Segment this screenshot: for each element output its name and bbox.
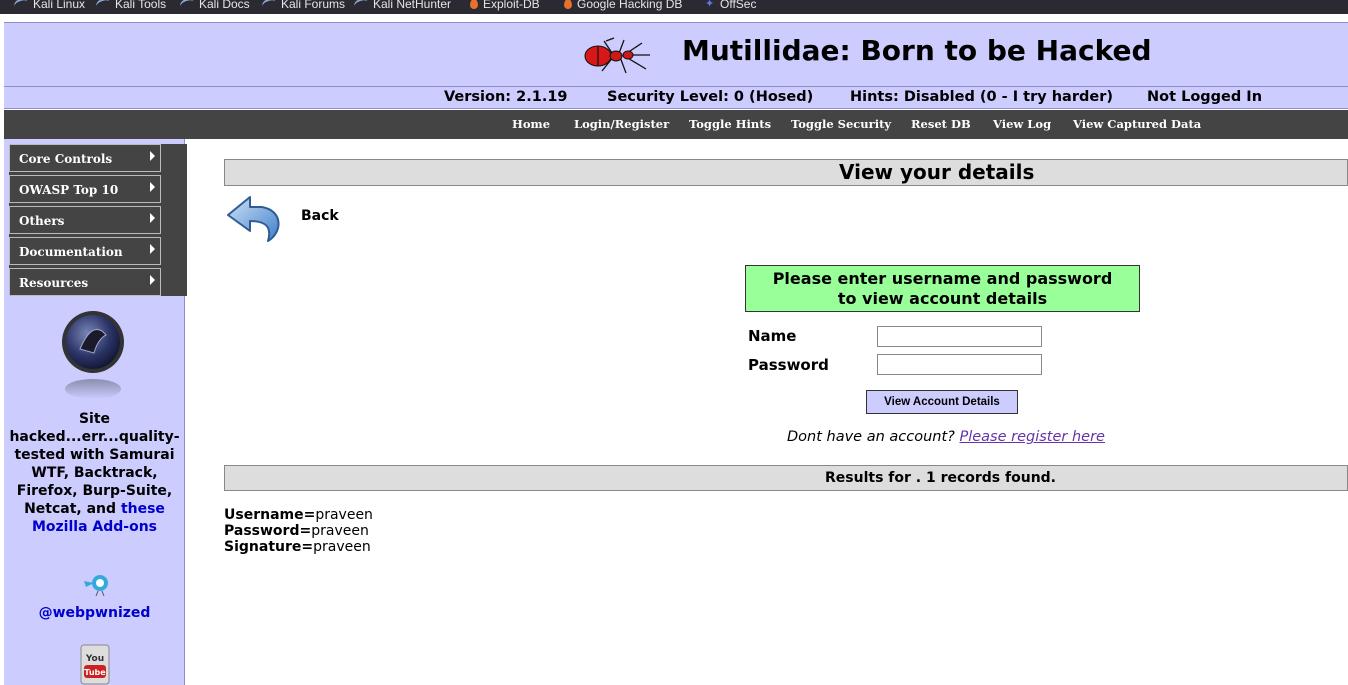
top-nav: Home Login/Register Toggle Hints Toggle … bbox=[4, 110, 1348, 139]
nav-toggle-hints[interactable]: Toggle Hints bbox=[689, 117, 771, 131]
kali-dragon-icon bbox=[260, 0, 278, 12]
signature-key: Signature= bbox=[224, 539, 314, 555]
sidebar-item-label: Documentation bbox=[19, 245, 123, 259]
exploit-db-flame-icon bbox=[564, 0, 572, 9]
chevron-right-icon bbox=[150, 182, 155, 192]
login-status-text: Not Logged In bbox=[1147, 89, 1263, 105]
nav-login-register[interactable]: Login/Register bbox=[574, 117, 669, 131]
exploit-db-flame-icon bbox=[470, 0, 478, 9]
chevron-right-icon bbox=[150, 213, 155, 223]
signature-value: praveen bbox=[313, 539, 371, 555]
kali-dragon-icon bbox=[12, 0, 30, 12]
youtube-icon[interactable]: You Tube bbox=[80, 644, 110, 685]
sidebar-item-label: Others bbox=[19, 214, 65, 228]
sidebar-item-label: OWASP Top 10 bbox=[19, 183, 119, 197]
sidebar-item-documentation[interactable]: Documentation bbox=[9, 237, 161, 265]
record-password: Password=praveen bbox=[224, 523, 369, 539]
username-key: Username= bbox=[224, 507, 316, 523]
offsec-icon: ✦ bbox=[705, 0, 715, 10]
sidebar-item-others[interactable]: Others bbox=[9, 206, 161, 234]
sidebar: Core Controls OWASP Top 10 Others Docume… bbox=[4, 139, 187, 685]
svg-text:You: You bbox=[85, 654, 104, 664]
back-arrow-icon[interactable] bbox=[226, 193, 286, 247]
bookmark-label: OffSec bbox=[720, 0, 757, 11]
password-field[interactable] bbox=[877, 354, 1042, 375]
results-bar: Results for . 1 records found. bbox=[224, 465, 1348, 491]
page-title: View your details bbox=[839, 160, 1035, 184]
bookmarks-toolbar: Kali Linux Kali Tools Kali Docs Kali For… bbox=[0, 0, 1348, 14]
sidebar-item-label: Resources bbox=[19, 276, 89, 290]
nav-toggle-security[interactable]: Toggle Security bbox=[791, 117, 891, 131]
register-link[interactable]: Please register here bbox=[959, 429, 1105, 445]
record-username: Username=praveen bbox=[224, 507, 373, 523]
chevron-right-icon bbox=[150, 244, 155, 254]
ant-logo-icon bbox=[584, 37, 650, 74]
site-title: Mutillidae: Born to be Hacked bbox=[682, 34, 1152, 67]
twitter-bird-icon[interactable] bbox=[82, 571, 112, 597]
nav-reset-db[interactable]: Reset DB bbox=[911, 117, 971, 131]
sidebar-item-resources[interactable]: Resources bbox=[9, 268, 161, 296]
sidebar-menu: Core Controls OWASP Top 10 Others Docume… bbox=[9, 144, 187, 296]
bookmark-kali-tools[interactable]: Kali Tools bbox=[94, 0, 167, 13]
username-value: praveen bbox=[315, 507, 373, 523]
version-text: Version: 2.1.19 bbox=[444, 89, 568, 105]
twitter-handle-link[interactable]: @webpwnized bbox=[4, 605, 185, 621]
hints-text: Hints: Disabled (0 - I try harder) bbox=[850, 89, 1113, 105]
page-title-bar: View your details bbox=[224, 159, 1348, 186]
kali-dragon-icon bbox=[352, 0, 370, 12]
bookmark-google-hacking-db[interactable]: Google Hacking DB bbox=[564, 0, 682, 13]
security-level-text: Security Level: 0 (Hosed) bbox=[607, 89, 814, 105]
chevron-right-icon bbox=[150, 151, 155, 161]
nav-home[interactable]: Home bbox=[512, 117, 550, 131]
bookmark-label: Kali NetHunter bbox=[373, 0, 452, 11]
bookmark-exploit-db[interactable]: Exploit-DB bbox=[470, 0, 540, 13]
bookmark-label: Google Hacking DB bbox=[577, 0, 683, 11]
login-prompt-box: Please enter username and password to vi… bbox=[745, 265, 1140, 312]
site-header: Mutillidae: Born to be Hacked bbox=[4, 22, 1348, 87]
results-title: Results for . 1 records found. bbox=[825, 470, 1056, 486]
password-value: praveen bbox=[311, 523, 369, 539]
bookmark-offsec[interactable]: ✦ OffSec bbox=[705, 0, 756, 13]
bookmark-label: Kali Docs bbox=[199, 0, 250, 11]
bookmark-kali-docs[interactable]: Kali Docs bbox=[178, 0, 250, 13]
nav-view-captured-data[interactable]: View Captured Data bbox=[1073, 117, 1201, 131]
password-label: Password bbox=[748, 356, 829, 374]
bookmark-kali-linux[interactable]: Kali Linux bbox=[12, 0, 86, 13]
svg-text:Tube: Tube bbox=[84, 668, 106, 677]
nav-view-log[interactable]: View Log bbox=[993, 117, 1051, 131]
password-key: Password= bbox=[224, 523, 312, 539]
sidebar-blurb: Site hacked...err...quality-tested with … bbox=[4, 410, 185, 536]
register-text: Dont have an account? bbox=[787, 429, 955, 445]
sidebar-item-label: Core Controls bbox=[19, 152, 113, 166]
sidebar-item-core-controls[interactable]: Core Controls bbox=[9, 144, 161, 172]
back-link[interactable]: Back bbox=[301, 208, 339, 224]
bookmark-label: Kali Linux bbox=[33, 0, 86, 11]
bookmark-label: Exploit-DB bbox=[483, 0, 540, 11]
prompt-line-2: to view account details bbox=[837, 289, 1048, 308]
prompt-line-1: Please enter username and password bbox=[772, 269, 1113, 288]
name-field[interactable] bbox=[877, 326, 1042, 347]
bookmark-kali-forums[interactable]: Kali Forums bbox=[260, 0, 346, 13]
bookmark-label: Kali Forums bbox=[281, 0, 346, 11]
record-signature: Signature=praveen bbox=[224, 539, 371, 555]
view-account-details-button[interactable]: View Account Details bbox=[866, 390, 1018, 414]
sidebar-item-owasp-top-10[interactable]: OWASP Top 10 bbox=[9, 175, 161, 203]
status-bar: Version: 2.1.19 Security Level: 0 (Hosed… bbox=[4, 87, 1348, 109]
kali-dragon-icon bbox=[178, 0, 196, 12]
register-prompt: Dont have an account? Please register he… bbox=[787, 429, 1105, 445]
bookmark-label: Kali Tools bbox=[115, 0, 167, 11]
chevron-right-icon bbox=[150, 275, 155, 285]
owasp-logo-icon[interactable] bbox=[58, 309, 128, 401]
kali-dragon-icon bbox=[94, 0, 112, 12]
bookmark-kali-nethunter[interactable]: Kali NetHunter bbox=[352, 0, 452, 13]
name-label: Name bbox=[748, 327, 797, 345]
